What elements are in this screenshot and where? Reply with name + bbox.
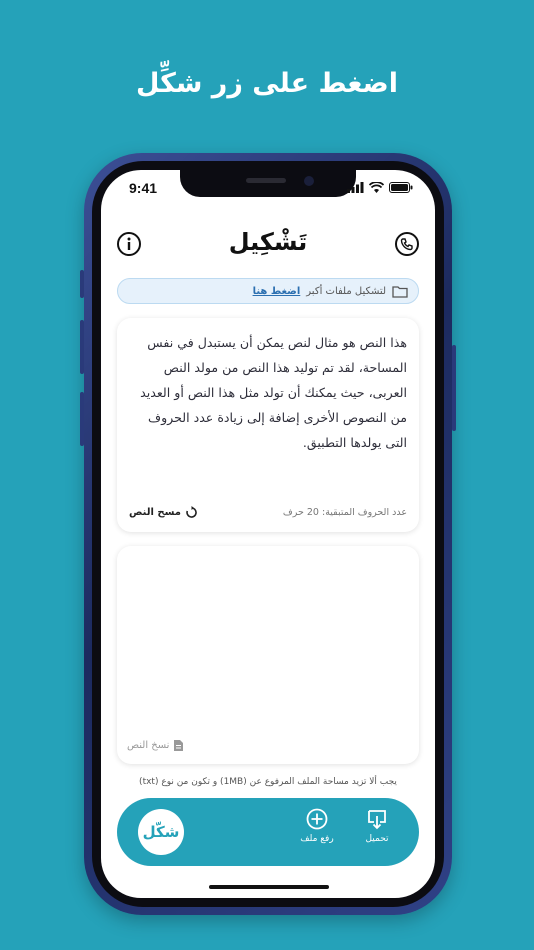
status-time: 9:41 bbox=[129, 180, 158, 196]
input-text[interactable]: هذا النص هو مثال لنص يمكن أن يستبدل في ن… bbox=[127, 330, 407, 455]
status-icons bbox=[347, 182, 413, 193]
clear-text-label: مسح النص bbox=[129, 506, 181, 518]
download-button[interactable]: تحميل bbox=[353, 808, 401, 844]
camera bbox=[304, 176, 314, 186]
app-title: تَشْكِيل bbox=[228, 228, 308, 256]
shakl-label: شكّل bbox=[142, 823, 180, 841]
copy-text-button[interactable]: نسخ النص bbox=[127, 739, 184, 752]
promo-headline: اضغط على زر شكِّل bbox=[136, 68, 398, 99]
refresh-icon bbox=[186, 505, 197, 518]
folder-icon bbox=[392, 285, 408, 298]
wifi-icon bbox=[369, 182, 384, 193]
download-label: تحميل bbox=[365, 834, 389, 844]
upload-file-label: رفع ملف bbox=[300, 834, 334, 844]
document-icon bbox=[174, 740, 184, 751]
speaker bbox=[246, 178, 286, 183]
phone-volume-up bbox=[80, 320, 84, 374]
result-card: نسخ النص bbox=[117, 546, 419, 764]
phone-volume-down bbox=[80, 392, 84, 446]
large-files-banner: اضغط هنا لتشكيل ملفات أكبر bbox=[117, 278, 419, 304]
copy-text-label: نسخ النص bbox=[127, 740, 170, 751]
clear-text-button[interactable]: مسح النص bbox=[129, 505, 198, 519]
app-header: تَشْكِيل bbox=[101, 228, 435, 264]
plus-circle-icon bbox=[306, 808, 328, 830]
banner-link[interactable]: اضغط هنا bbox=[253, 286, 301, 297]
bottom-action-bar: شكّل رفع ملف تحميل bbox=[117, 798, 419, 866]
upload-file-button[interactable]: رفع ملف bbox=[293, 808, 341, 844]
phone-call-icon[interactable] bbox=[394, 231, 420, 257]
phone-screen: 9:41 تَشْكِيل اضغط هنا لتشكيل ملفات أكبر… bbox=[101, 170, 435, 898]
notch bbox=[180, 170, 356, 197]
shakl-button[interactable]: شكّل bbox=[138, 809, 184, 855]
home-indicator[interactable] bbox=[209, 885, 329, 889]
remaining-chars: عدد الحروف المتبقية: 20 حرف bbox=[282, 506, 407, 518]
phone-mute-switch bbox=[80, 270, 84, 298]
signal-icon bbox=[347, 182, 364, 193]
input-card-footer: مسح النص عدد الحروف المتبقية: 20 حرف bbox=[129, 504, 407, 520]
download-icon bbox=[368, 810, 386, 830]
banner-text: لتشكيل ملفات أكبر bbox=[306, 285, 386, 297]
file-size-note: يجب ألا تزيد مساحة الملف المرفوع عن (1MB… bbox=[139, 777, 397, 787]
input-card[interactable]: هذا النص هو مثال لنص يمكن أن يستبدل في ن… bbox=[117, 318, 419, 532]
phone-power-button bbox=[452, 345, 456, 431]
battery-icon bbox=[389, 182, 413, 193]
